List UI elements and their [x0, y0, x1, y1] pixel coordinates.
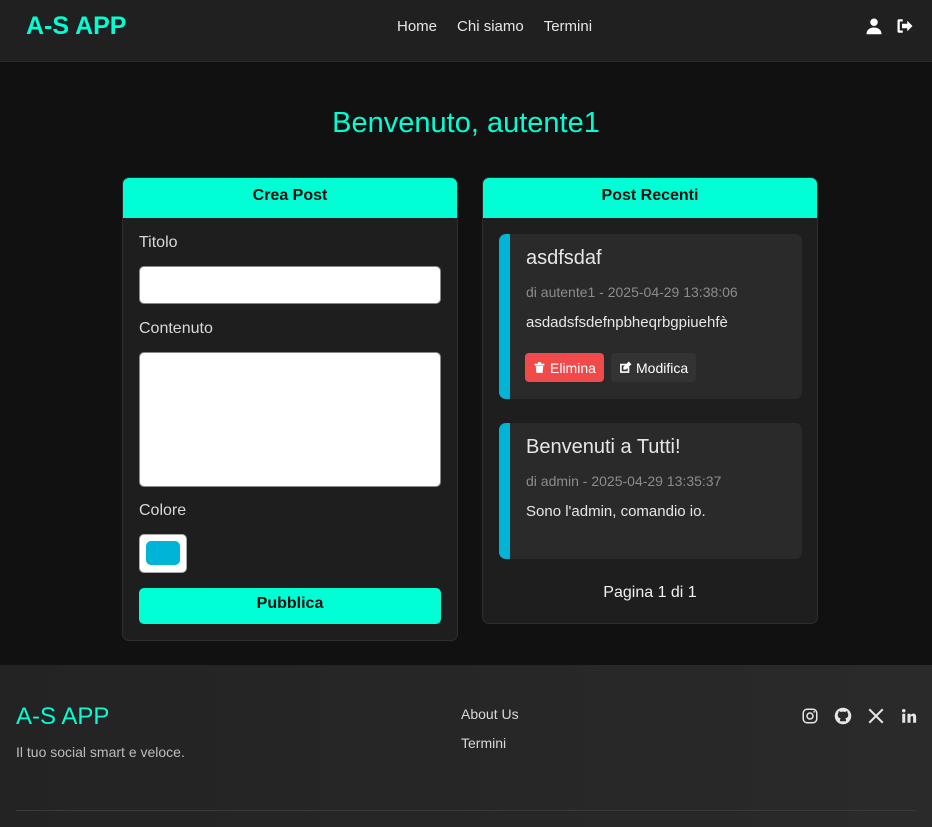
nav-home[interactable]: Home	[397, 18, 437, 35]
nav-termini[interactable]: Termini	[544, 18, 592, 35]
linkedin-icon[interactable]	[900, 707, 918, 725]
social-links	[801, 707, 918, 725]
post-meta: di autente1 - 2025-04-29 13:38:06	[526, 284, 738, 300]
navbar: A-S APP Home Chi siamo Termini	[0, 0, 932, 62]
logout-icon[interactable]	[896, 17, 914, 35]
nav-links: Home Chi siamo Termini	[397, 18, 592, 35]
title-input[interactable]	[139, 266, 441, 304]
nav-icons	[865, 17, 914, 35]
post-card: asdfsdaf di autente1 - 2025-04-29 13:38:…	[499, 234, 802, 399]
instagram-icon[interactable]	[801, 707, 819, 725]
delete-button-label: Elimina	[550, 359, 596, 376]
delete-button[interactable]: Elimina	[525, 353, 604, 382]
x-icon[interactable]	[867, 707, 885, 725]
post-body: asdadsfsdefnpbheqrbgpiuehfè	[526, 314, 728, 331]
post-card: Benvenuti a Tutti! di admin - 2025-04-29…	[499, 423, 802, 559]
recent-posts-card: Post Recenti asdfsdaf di autente1 - 2025…	[482, 177, 818, 624]
footer-brand: A-S APP	[16, 703, 110, 730]
footer: A-S APP Il tuo social smart e veloce. Ab…	[0, 665, 932, 827]
post-meta: di admin - 2025-04-29 13:35:37	[526, 473, 722, 489]
content-textarea[interactable]	[139, 352, 441, 487]
footer-link-about[interactable]: About Us	[461, 706, 519, 722]
user-icon[interactable]	[865, 17, 883, 35]
footer-link-termini[interactable]: Termini	[461, 735, 506, 751]
footer-tagline: Il tuo social smart e veloce.	[16, 744, 185, 760]
page-title: Benvenuto, autente1	[332, 107, 600, 139]
publish-button[interactable]: Pubblica	[139, 588, 441, 624]
create-post-card: Crea Post Titolo Contenuto Colore Pubbli…	[122, 177, 458, 641]
recent-posts-header: Post Recenti	[483, 178, 817, 218]
color-label: Colore	[139, 502, 187, 519]
footer-divider	[16, 810, 916, 811]
create-post-header: Crea Post	[123, 178, 457, 218]
color-picker[interactable]	[139, 534, 187, 573]
post-title: asdfsdaf	[526, 247, 602, 269]
github-icon[interactable]	[834, 707, 852, 725]
edit-button-label: Modifica	[636, 359, 689, 376]
color-swatch	[146, 541, 180, 565]
post-title: Benvenuti a Tutti!	[526, 436, 681, 458]
content-label: Contenuto	[139, 320, 213, 337]
title-label: Titolo	[139, 234, 178, 251]
post-body: Sono l'admin, comandio io.	[526, 503, 706, 520]
nav-chi-siamo[interactable]: Chi siamo	[457, 18, 524, 35]
edit-icon	[620, 361, 632, 373]
brand-logo[interactable]: A-S APP	[26, 12, 126, 41]
pagination-text: Pagina 1 di 1	[603, 584, 697, 601]
edit-button[interactable]: Modifica	[611, 353, 697, 382]
trash-icon	[534, 362, 545, 373]
